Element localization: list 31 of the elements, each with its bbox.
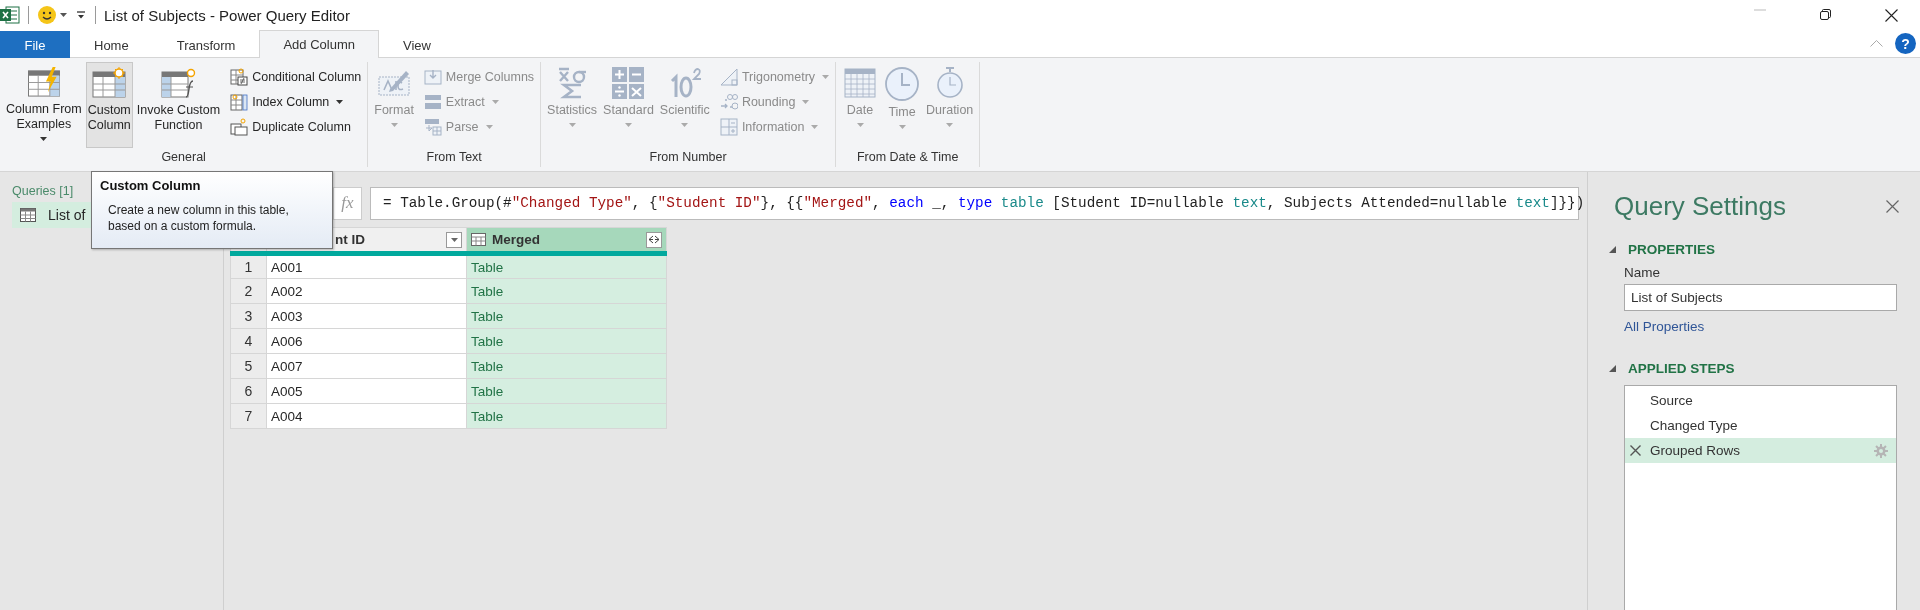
pane-title: Query Settings — [1614, 191, 1786, 222]
table-cell: A002 — [266, 278, 467, 304]
group-label: From Date & Time — [855, 150, 960, 166]
table-cell: Table — [466, 353, 667, 379]
row-number: 3 — [230, 303, 267, 329]
row-number: 5 — [230, 353, 267, 379]
section-heading: PROPERTIES — [1628, 242, 1716, 257]
row-number: 6 — [230, 378, 267, 404]
table-cell: Table — [466, 378, 667, 404]
table-cell: Table — [466, 328, 667, 354]
group-label: General — [160, 150, 207, 166]
table-cell: A004 — [266, 403, 467, 429]
table-cell: A001 — [266, 253, 467, 279]
section-heading: APPLIED STEPS — [1628, 361, 1735, 376]
field-label: Name — [1624, 265, 1661, 280]
table-cell: Table — [466, 303, 667, 329]
row-number: 7 — [230, 403, 267, 429]
window-title: List of Subjects - Power Query Editor — [104, 6, 350, 24]
row-number: 2 — [230, 278, 267, 304]
table-cell: Table — [466, 278, 667, 304]
group-label: From Number — [648, 150, 728, 166]
row-number: 4 — [230, 328, 267, 354]
table-cell: Table — [466, 403, 667, 429]
tooltip-title: Custom Column — [100, 178, 202, 193]
table-cell: A003 — [266, 303, 467, 329]
table-cell: A005 — [266, 378, 467, 404]
query-name: List of — [48, 207, 86, 223]
group-label: From Text — [425, 150, 483, 166]
queries-header: Queries [1] — [12, 184, 74, 198]
table-cell: A006 — [266, 328, 467, 354]
table-cell: A007 — [266, 353, 467, 379]
